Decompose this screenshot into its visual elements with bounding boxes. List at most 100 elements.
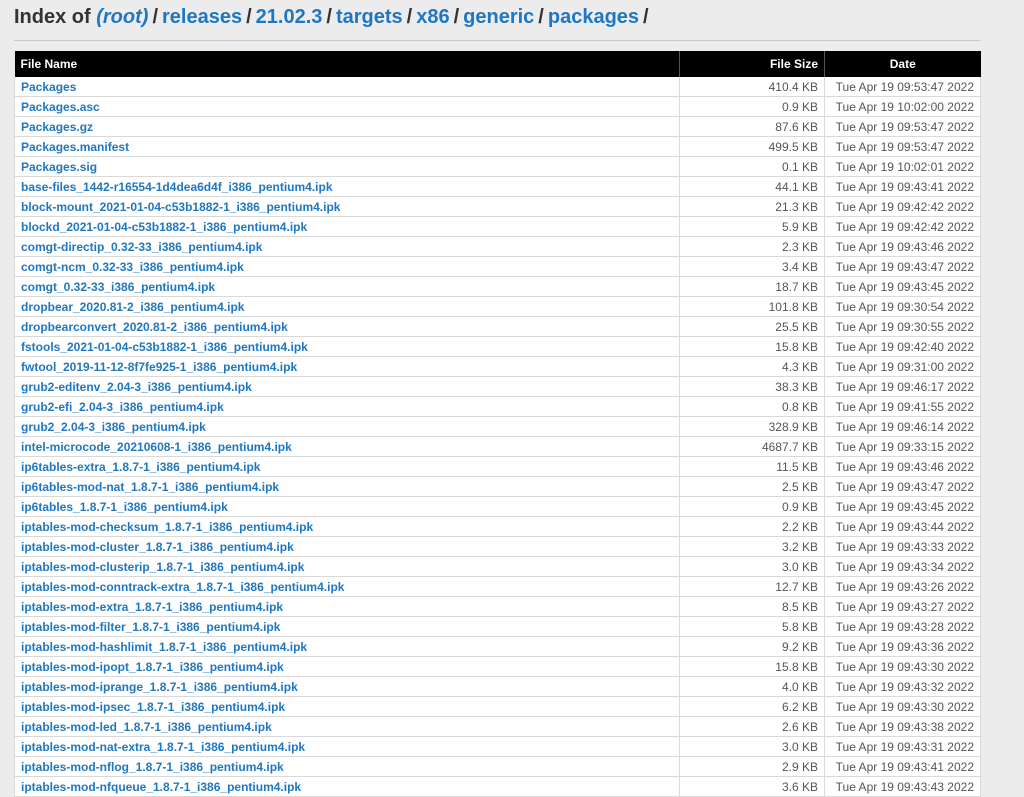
- file-name-cell: ip6tables-extra_1.8.7-1_i386_pentium4.ip…: [14, 456, 680, 477]
- table-row: iptables-mod-ipsec_1.8.7-1_i386_pentium4…: [14, 696, 981, 717]
- file-link[interactable]: iptables-mod-conntrack-extra_1.8.7-1_i38…: [21, 580, 344, 594]
- table-row: iptables-mod-conntrack-extra_1.8.7-1_i38…: [14, 576, 981, 597]
- file-name-cell: iptables-mod-nfqueue_1.8.7-1_i386_pentiu…: [14, 776, 680, 797]
- file-size-cell: 25.5 KB: [679, 316, 825, 337]
- table-row: iptables-mod-filter_1.8.7-1_i386_pentium…: [14, 616, 981, 637]
- file-link[interactable]: grub2-efi_2.04-3_i386_pentium4.ipk: [21, 400, 224, 414]
- file-name-cell: iptables-mod-extra_1.8.7-1_i386_pentium4…: [14, 596, 680, 617]
- file-date-cell: Tue Apr 19 09:43:41 2022: [824, 176, 981, 197]
- file-date-cell: Tue Apr 19 09:43:45 2022: [824, 496, 981, 517]
- file-size-cell: 21.3 KB: [679, 196, 825, 217]
- table-row: base-files_1442-r16554-1d4dea6d4f_i386_p…: [14, 176, 981, 197]
- table-row: iptables-mod-nfqueue_1.8.7-1_i386_pentiu…: [14, 776, 981, 797]
- column-header-file-size[interactable]: File Size: [679, 51, 825, 77]
- file-size-cell: 5.8 KB: [679, 616, 825, 637]
- file-link[interactable]: comgt-directip_0.32-33_i386_pentium4.ipk: [21, 240, 262, 254]
- file-size-cell: 0.8 KB: [679, 396, 825, 417]
- table-row: iptables-mod-iprange_1.8.7-1_i386_pentiu…: [14, 676, 981, 697]
- file-link[interactable]: ip6tables-extra_1.8.7-1_i386_pentium4.ip…: [21, 460, 260, 474]
- file-name-cell: Packages.asc: [14, 96, 680, 117]
- file-link[interactable]: Packages.sig: [21, 160, 97, 174]
- file-link[interactable]: ip6tables_1.8.7-1_i386_pentium4.ipk: [21, 500, 228, 514]
- file-link[interactable]: fwtool_2019-11-12-8f7fe925-1_i386_pentiu…: [21, 360, 297, 374]
- file-size-cell: 3.2 KB: [679, 536, 825, 557]
- breadcrumb-releases-link[interactable]: releases: [162, 6, 242, 28]
- breadcrumb-x86-link[interactable]: x86: [416, 6, 449, 28]
- file-name-cell: Packages: [14, 77, 680, 97]
- file-link[interactable]: grub2-editenv_2.04-3_i386_pentium4.ipk: [21, 380, 252, 394]
- file-size-cell: 44.1 KB: [679, 176, 825, 197]
- file-size-cell: 15.8 KB: [679, 656, 825, 677]
- file-size-cell: 15.8 KB: [679, 336, 825, 357]
- file-link[interactable]: comgt-ncm_0.32-33_i386_pentium4.ipk: [21, 260, 244, 274]
- directory-listing-page: Index of (root) / releases/21.02.3/targets…: [0, 0, 1024, 797]
- breadcrumb-root-link[interactable]: (root): [96, 6, 148, 28]
- file-link[interactable]: Packages.asc: [21, 100, 100, 114]
- file-name-cell: iptables-mod-ipopt_1.8.7-1_i386_pentium4…: [14, 656, 680, 677]
- file-link[interactable]: iptables-mod-nfqueue_1.8.7-1_i386_pentiu…: [21, 780, 301, 794]
- file-name-cell: iptables-mod-clusterip_1.8.7-1_i386_pent…: [14, 556, 680, 577]
- file-link[interactable]: dropbear_2020.81-2_i386_pentium4.ipk: [21, 300, 244, 314]
- file-link[interactable]: iptables-mod-hashlimit_1.8.7-1_i386_pent…: [21, 640, 307, 654]
- file-link[interactable]: iptables-mod-filter_1.8.7-1_i386_pentium…: [21, 620, 280, 634]
- file-name-cell: dropbearconvert_2020.81-2_i386_pentium4.…: [14, 316, 680, 337]
- breadcrumb-targets-link[interactable]: targets: [336, 6, 403, 28]
- file-link[interactable]: block-mount_2021-01-04-c53b1882-1_i386_p…: [21, 200, 340, 214]
- table-row: Packages.sig 0.1 KB Tue Apr 19 10:02:01 20…: [14, 156, 981, 177]
- file-name-cell: dropbear_2020.81-2_i386_pentium4.ipk: [14, 296, 680, 317]
- file-link[interactable]: iptables-mod-nflog_1.8.7-1_i386_pentium4…: [21, 760, 284, 774]
- file-name-cell: grub2_2.04-3_i386_pentium4.ipk: [14, 416, 680, 437]
- file-name-cell: grub2-editenv_2.04-3_i386_pentium4.ipk: [14, 376, 680, 397]
- file-date-cell: Tue Apr 19 09:43:43 2022: [824, 776, 981, 797]
- file-link[interactable]: dropbearconvert_2020.81-2_i386_pentium4.…: [21, 320, 288, 334]
- file-link[interactable]: iptables-mod-nat-extra_1.8.7-1_i386_pent…: [21, 740, 305, 754]
- column-header-date[interactable]: Date: [824, 51, 981, 77]
- file-size-cell: 5.9 KB: [679, 216, 825, 237]
- file-size-cell: 3.0 KB: [679, 736, 825, 757]
- file-name-cell: comgt-ncm_0.32-33_i386_pentium4.ipk: [14, 256, 680, 277]
- breadcrumb-packages-link[interactable]: packages: [548, 6, 639, 28]
- file-date-cell: Tue Apr 19 09:33:15 2022: [824, 436, 981, 457]
- table-row: ip6tables-mod-nat_1.8.7-1_i386_pentium4.…: [14, 476, 981, 497]
- file-link[interactable]: Packages: [21, 80, 76, 94]
- table-row: iptables-mod-extra_1.8.7-1_i386_pentium4…: [14, 596, 981, 617]
- file-date-cell: Tue Apr 19 09:42:42 2022: [824, 196, 981, 217]
- file-link[interactable]: iptables-mod-ipopt_1.8.7-1_i386_pentium4…: [21, 660, 284, 674]
- file-link[interactable]: grub2_2.04-3_i386_pentium4.ipk: [21, 420, 206, 434]
- file-name-cell: fwtool_2019-11-12-8f7fe925-1_i386_pentiu…: [14, 356, 680, 377]
- file-date-cell: Tue Apr 19 09:30:55 2022: [824, 316, 981, 337]
- breadcrumb-separator: /: [246, 6, 252, 28]
- file-name-cell: grub2-efi_2.04-3_i386_pentium4.ipk: [14, 396, 680, 417]
- file-date-cell: Tue Apr 19 09:43:47 2022: [824, 476, 981, 497]
- file-link[interactable]: blockd_2021-01-04-c53b1882-1_i386_pentiu…: [21, 220, 307, 234]
- file-link[interactable]: iptables-mod-cluster_1.8.7-1_i386_pentiu…: [21, 540, 294, 554]
- column-header-file-name[interactable]: File Name: [14, 51, 680, 77]
- file-date-cell: Tue Apr 19 09:46:17 2022: [824, 376, 981, 397]
- file-link[interactable]: iptables-mod-iprange_1.8.7-1_i386_pentiu…: [21, 680, 298, 694]
- file-link[interactable]: intel-microcode_20210608-1_i386_pentium4…: [21, 440, 292, 454]
- file-link[interactable]: iptables-mod-checksum_1.8.7-1_i386_penti…: [21, 520, 313, 534]
- file-link[interactable]: Packages.gz: [21, 120, 93, 134]
- file-name-cell: blockd_2021-01-04-c53b1882-1_i386_pentiu…: [14, 216, 680, 237]
- breadcrumb-generic-link[interactable]: generic: [463, 6, 534, 28]
- file-link[interactable]: iptables-mod-ipsec_1.8.7-1_i386_pentium4…: [21, 700, 285, 714]
- file-date-cell: Tue Apr 19 09:43:28 2022: [824, 616, 981, 637]
- file-link[interactable]: iptables-mod-clusterip_1.8.7-1_i386_pent…: [21, 560, 304, 574]
- file-link[interactable]: fstools_2021-01-04-c53b1882-1_i386_penti…: [21, 340, 308, 354]
- file-date-cell: Tue Apr 19 09:42:42 2022: [824, 216, 981, 237]
- file-name-cell: ip6tables_1.8.7-1_i386_pentium4.ipk: [14, 496, 680, 517]
- file-name-cell: Packages.manifest: [14, 136, 680, 157]
- file-size-cell: 4687.7 KB: [679, 436, 825, 457]
- file-link[interactable]: ip6tables-mod-nat_1.8.7-1_i386_pentium4.…: [21, 480, 279, 494]
- file-link[interactable]: comgt_0.32-33_i386_pentium4.ipk: [21, 280, 215, 294]
- file-size-cell: 3.4 KB: [679, 256, 825, 277]
- file-date-cell: Tue Apr 19 09:53:47 2022: [824, 136, 981, 157]
- file-link[interactable]: base-files_1442-r16554-1d4dea6d4f_i386_p…: [21, 180, 333, 194]
- file-link[interactable]: iptables-mod-led_1.8.7-1_i386_pentium4.i…: [21, 720, 272, 734]
- file-link[interactable]: iptables-mod-extra_1.8.7-1_i386_pentium4…: [21, 600, 283, 614]
- file-date-cell: Tue Apr 19 09:43:47 2022: [824, 256, 981, 277]
- file-size-cell: 0.9 KB: [679, 96, 825, 117]
- file-name-cell: comgt-directip_0.32-33_i386_pentium4.ipk: [14, 236, 680, 257]
- file-link[interactable]: Packages.manifest: [21, 140, 129, 154]
- breadcrumb-version-link[interactable]: 21.02.3: [256, 6, 323, 28]
